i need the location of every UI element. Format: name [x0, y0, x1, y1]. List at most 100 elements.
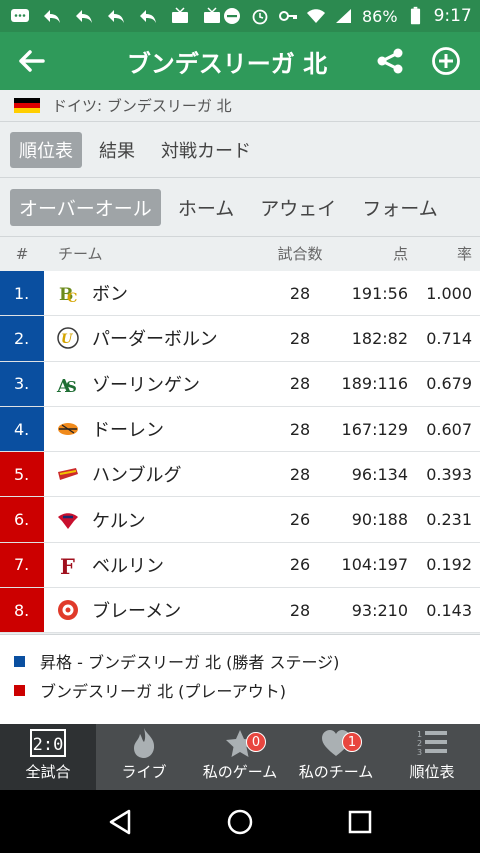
team-name: ケルン	[92, 510, 146, 532]
team-name: ブレーメン	[92, 601, 182, 623]
team-name: パーダーボルン	[92, 329, 218, 351]
nav-my-games[interactable]: 0 私のゲーム	[192, 724, 288, 790]
win-percentage: 0.607	[426, 419, 472, 439]
reply-icon	[138, 7, 158, 25]
germany-flag-icon	[14, 97, 40, 114]
nav-label: ライブ	[121, 763, 167, 781]
position-cell: 1.	[0, 271, 44, 316]
back-button[interactable]	[0, 32, 62, 90]
system-recents-button[interactable]	[340, 802, 380, 842]
nav-standings[interactable]: 1 2 3 順位表	[384, 724, 480, 790]
nav-all-matches[interactable]: 2:0 全試合	[0, 724, 96, 790]
table-row[interactable]: 3. AS ゾーリンゲン 28 189:116 0.679	[0, 361, 480, 407]
header-points: 点	[392, 245, 408, 263]
team-logo-icon	[58, 512, 78, 529]
primary-tabs: 順位表 結果 対戦カード	[0, 122, 480, 178]
position-cell: 5.	[0, 452, 44, 497]
reply-icon	[42, 7, 62, 25]
notification-badge: 1	[342, 732, 362, 752]
tab-results[interactable]: 結果	[90, 132, 144, 168]
legend-swatch	[14, 655, 25, 667]
header-games: 試合数	[277, 245, 323, 263]
win-percentage: 0.679	[426, 374, 472, 394]
win-percentage: 0.192	[426, 555, 472, 575]
games-played: 28	[289, 283, 311, 303]
nav-my-teams[interactable]: 1 私のチーム	[288, 724, 384, 790]
team-name: ゾーリンゲン	[92, 374, 200, 396]
team-logo-icon: U	[57, 327, 79, 350]
games-played: 28	[289, 419, 311, 439]
team-logo-icon: BC	[59, 285, 77, 305]
nav-label: 私のゲーム	[202, 763, 278, 781]
system-home-button[interactable]	[220, 802, 260, 842]
games-played: 28	[289, 464, 311, 484]
home-circle-icon	[227, 809, 253, 834]
games-played: 26	[289, 510, 311, 530]
position-cell: 2.	[0, 316, 44, 361]
team-name: ベルリン	[92, 555, 164, 577]
table-row[interactable]: 8. ブレーメン 28 93:210 0.143	[0, 588, 480, 634]
reply-icon	[74, 7, 94, 25]
tab-standings[interactable]: 順位表	[10, 131, 82, 168]
tab-overall[interactable]: オーバーオール	[10, 188, 161, 226]
points: 191:56	[351, 283, 408, 303]
position-cell: 4.	[0, 406, 44, 452]
header-position: #	[15, 244, 29, 263]
nav-live[interactable]: ライブ	[96, 724, 192, 790]
nav-label: 順位表	[409, 763, 455, 781]
svg-text:F: F	[60, 554, 75, 577]
points: 182:82	[351, 328, 408, 348]
points: 96:134	[351, 464, 408, 484]
app-bar: ブンデスリーガ 北	[0, 32, 480, 90]
battery-percent: 86%	[362, 6, 398, 26]
team-name: ボン	[92, 284, 128, 306]
legend-label: ブンデスリーガ 北 (プレーアウト)	[40, 682, 287, 701]
alarm-icon	[250, 7, 270, 25]
table-header: # チーム 試合数 点 率	[0, 236, 480, 270]
triangle-back-icon	[109, 809, 131, 834]
points: 189:116	[341, 374, 408, 394]
team-name: ドーレン	[92, 420, 164, 442]
table-row[interactable]: 7. F ベルリン 26 104:197 0.192	[0, 542, 480, 589]
add-button[interactable]	[418, 32, 474, 90]
tab-fixtures[interactable]: 対戦カード	[152, 132, 260, 168]
position-cell: 8.	[0, 588, 44, 633]
team-logo-icon	[58, 600, 78, 621]
svg-text:S: S	[66, 378, 77, 396]
table-row[interactable]: 2. U パーダーボルン 28 182:82 0.714	[0, 316, 480, 362]
legend-swatch	[14, 684, 25, 696]
team-logo-icon	[58, 423, 78, 436]
table-row[interactable]: 6. ケルン 26 90:188 0.231	[0, 497, 480, 543]
tab-home[interactable]: ホーム	[169, 189, 243, 226]
square-recents-icon	[348, 810, 372, 833]
games-played: 28	[289, 328, 311, 348]
tv-icon	[170, 7, 190, 25]
win-percentage: 0.714	[426, 328, 472, 348]
svg-text:C: C	[67, 291, 77, 305]
message-icon	[10, 7, 30, 25]
position-cell: 7.	[0, 542, 44, 588]
legend-label: 昇格 - ブンデスリーガ 北 (勝者 ステージ)	[40, 653, 340, 672]
table-row[interactable]: 5. ハンブルグ 28 96:134 0.393	[0, 452, 480, 498]
team-logo-icon	[58, 468, 78, 481]
clock: 9:17	[433, 6, 472, 26]
system-navigation-bar	[0, 790, 480, 853]
win-percentage: 0.231	[426, 510, 472, 530]
share-button[interactable]	[362, 32, 418, 90]
reply-icon	[106, 7, 126, 25]
standings-list-icon: 1 2 3	[412, 727, 452, 759]
table-row[interactable]: 4. ドーレン 28 167:129 0.607	[0, 406, 480, 453]
points: 93:210	[351, 600, 408, 620]
legend-item-playout: ブンデスリーガ 北 (プレーアウト)	[14, 678, 480, 702]
system-back-button[interactable]	[100, 802, 140, 842]
tab-form[interactable]: フォーム	[353, 189, 446, 226]
team-logo-icon: AS	[56, 376, 77, 396]
legend-item-promotion: 昇格 - ブンデスリーガ 北 (勝者 ステージ)	[14, 649, 480, 673]
notification-badge: 0	[246, 732, 266, 752]
team-logo-icon: F	[60, 554, 75, 577]
back-arrow-icon	[19, 50, 45, 72]
tab-away[interactable]: アウェイ	[251, 189, 345, 226]
table-row[interactable]: 1. BC ボン 28 191:56 1.000	[0, 271, 480, 317]
svg-text:2:0: 2:0	[33, 735, 64, 755]
svg-text:U: U	[61, 332, 73, 347]
